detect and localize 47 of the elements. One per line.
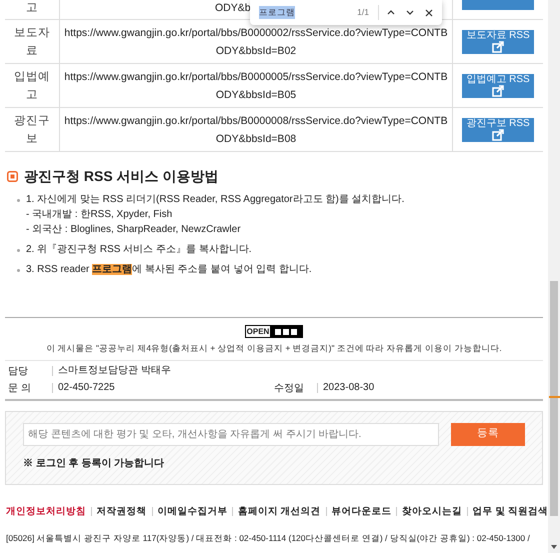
square-bullet-icon	[7, 171, 18, 182]
rss-button[interactable]: 보도자료 RSS	[462, 30, 534, 54]
feed-name: 광진구보	[14, 114, 50, 146]
match-count: 1/1	[357, 6, 369, 19]
manager-label: 담당	[7, 364, 29, 379]
footer-link[interactable]: 업무 및 직원검색	[472, 504, 548, 519]
step-text: 3. RSS reader 프로그램에 복사된 주소를 붙여 넣어 입력 합니다.	[26, 263, 312, 277]
login-note: ※ 로그인 후 등록이 가능합니다	[23, 458, 164, 469]
chevron-down-icon[interactable]	[406, 10, 414, 15]
feed-name: 고	[25, 1, 39, 16]
license-caption: 이 게시물은 "공공누리 제4유형(출처표시 + 상업적 이용금지 + 변경금지)" 조건에 따라 자유롭게 이용이 가능합니다.	[46, 342, 502, 355]
address-text: [05026] 서울특별시 광진구 자양로 117(자양동) / 대표전화 : 02-450-1114 (120다산콜센터로 연결) / 당직실(야간 공휴일) : 02-450-1300 /	[6, 533, 531, 544]
step-note: - 국내개발 : 한RSS, Xpyder, Fish	[26, 208, 174, 222]
bullet-icon	[17, 269, 20, 272]
find-query[interactable]: 프로그램	[259, 6, 295, 19]
section-heading: 광진구청 RSS 서비스 이용방법	[24, 167, 218, 186]
footer-link[interactable]: 이메일수집거부	[157, 504, 228, 519]
feed-name: 보도자료	[14, 26, 50, 58]
step-note: - 외국산 : Bloglines, SharpReader, NewzCrawler	[26, 223, 242, 237]
feedback-input[interactable]: 해당 콘텐츠에 대한 평가 및 오타, 개선사항을 자유롭게 써 주시기 바랍니다.	[23, 422, 440, 446]
footer-link[interactable]: 뷰어다운로드	[331, 504, 392, 519]
updated-label: 수정일	[274, 382, 305, 396]
rss-button[interactable]: 입법예고 RSS	[462, 74, 534, 98]
external-link-icon	[492, 85, 504, 97]
footer-link[interactable]: 저작권정책	[96, 504, 147, 519]
feed-url: https://www.gwangjin.go.kr/portal/bbs/B0000005/rssService.do?viewType=CONTBODY&bbsId=B05	[64, 70, 448, 102]
step-text: 2. 위『광진구청 RSS 서비스 주소』를 복사합니다.	[26, 243, 252, 257]
feed-url: https://www.gwangjin.go.kr/portal/bbs/B0000002/rssService.do?viewType=CONTBODY&bbsId=B02	[64, 26, 448, 58]
manager-value: 스마트정보담당관 박태우	[52, 366, 171, 376]
feed-url: ODY&b	[215, 1, 251, 16]
bullet-icon	[17, 249, 20, 252]
updated-value: 2023-08-30	[317, 383, 374, 394]
step-text: 1. 자신에게 맞는 RSS 리더기(RSS Reader, RSS Aggregator라고도 함)를 설치합니다.	[26, 193, 404, 207]
bullet-icon	[17, 199, 20, 202]
close-icon[interactable]	[425, 8, 433, 16]
footer-link[interactable]: 개인정보처리방침	[6, 504, 86, 519]
contact-label: 문 의	[7, 382, 32, 396]
chevron-up-icon[interactable]	[387, 10, 395, 15]
contact-value: 02-450-7225	[52, 383, 274, 394]
external-link-icon	[492, 41, 504, 53]
open-license-logo: OPEN	[244, 325, 304, 338]
rss-button[interactable]: 광진구보 RSS	[462, 118, 534, 142]
footer-link[interactable]: 찾아오시는길	[402, 504, 462, 519]
feed-url: https://www.gwangjin.go.kr/portal/bbs/B0000008/rssService.do?viewType=CONTBODY&bbsId=B08	[64, 114, 448, 146]
feed-name: 입법예고	[14, 70, 50, 102]
footer-link[interactable]: 홈페이지 개선의견	[238, 504, 321, 519]
external-link-icon	[492, 129, 504, 141]
